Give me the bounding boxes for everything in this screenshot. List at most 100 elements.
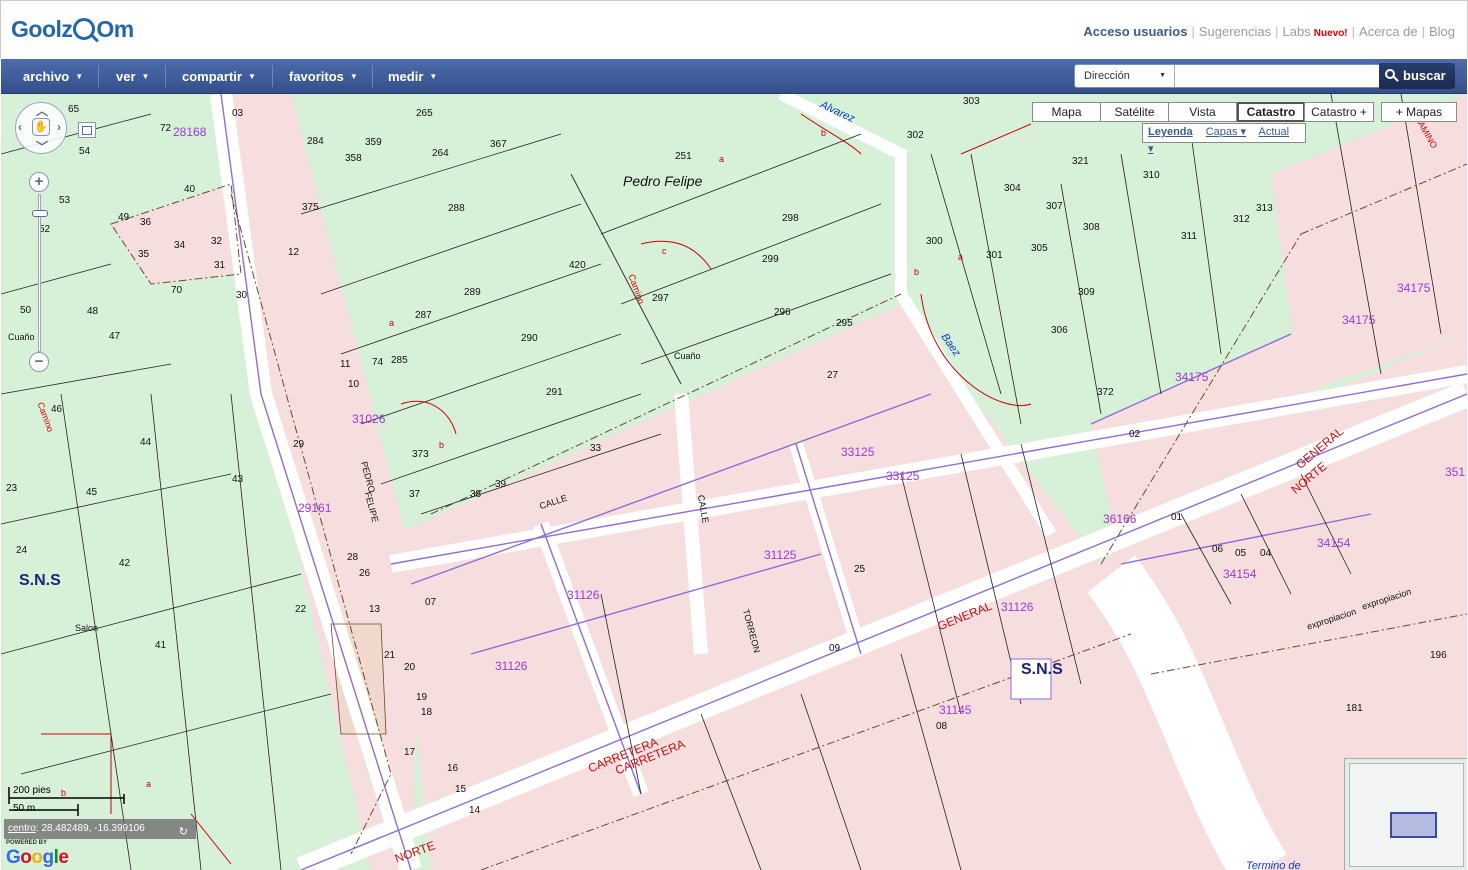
parcel-label: 321 — [1072, 156, 1089, 167]
parcel-label: 11 — [340, 359, 351, 370]
pan-right-icon[interactable]: › — [57, 120, 61, 134]
parcel-label: 36 — [140, 217, 152, 228]
menu-compartir[interactable]: compartir ▼ — [182, 59, 256, 94]
google-logo: POWERED BY Google — [6, 840, 69, 868]
scale-imperial: 200 pies — [13, 785, 51, 796]
menu-favoritos[interactable]: favoritos ▼ — [289, 59, 358, 94]
parcel-label: 296 — [774, 307, 791, 318]
menu-archivo[interactable]: archivo ▼ — [23, 59, 83, 94]
maptype-satelite[interactable]: Satélite — [1100, 102, 1169, 122]
parcel-label: 312 — [1233, 214, 1250, 225]
parcel-label: 49 — [118, 212, 130, 223]
hand-icon[interactable]: ✋ — [32, 118, 50, 136]
overview-map[interactable] — [1344, 758, 1467, 870]
zoom-thumb[interactable] — [32, 210, 48, 217]
scale-metric: 50 m — [13, 803, 36, 814]
parcel-label: 04 — [1260, 548, 1272, 559]
pan-control[interactable]: ︿ ﹀ ‹ › ✋ — [15, 102, 67, 154]
capas-dropdown[interactable]: Capas ▾ — [1206, 126, 1246, 138]
parcel-label: 30 — [236, 290, 248, 301]
parcel-label: 07 — [425, 597, 437, 608]
block-label: 34154 — [1317, 536, 1351, 550]
overview-viewport[interactable] — [1390, 812, 1437, 838]
parcel-label: 310 — [1143, 170, 1160, 181]
parcel-label: 308 — [1083, 222, 1100, 233]
parcel-label: 372 — [1097, 387, 1114, 398]
maptype-mapa[interactable]: Mapa — [1032, 102, 1101, 122]
parcel-label: 288 — [448, 203, 465, 214]
place-name: Salon — [75, 623, 99, 633]
link-acerca-de[interactable]: Acerca de — [1359, 24, 1418, 39]
zoom-track[interactable] — [38, 194, 41, 352]
parcel-label: 306 — [1051, 325, 1068, 336]
zoom-out-button[interactable]: − — [29, 352, 49, 372]
zoom-in-button[interactable]: + — [29, 172, 49, 192]
link-sugerencias[interactable]: Sugerencias — [1199, 24, 1271, 39]
pan-left-icon[interactable]: ‹ — [18, 120, 22, 134]
parcel-label: 21 — [384, 650, 396, 661]
parcel-label: 297 — [652, 293, 669, 304]
search-button[interactable]: buscar — [1379, 63, 1455, 89]
parcel-label: 44 — [140, 437, 152, 448]
parcel-label: 305 — [1031, 243, 1048, 254]
parcel-label: 18 — [421, 707, 433, 718]
parcel-label: 48 — [87, 306, 99, 317]
parcel-label: 26 — [359, 568, 371, 579]
center-label[interactable]: centro — [8, 823, 36, 834]
refresh-icon[interactable]: ↻ — [179, 822, 188, 842]
maptype-more-maps[interactable]: + Mapas — [1381, 102, 1457, 122]
menu-ver[interactable]: ver ▼ — [116, 59, 149, 94]
menu-bar: archivo ▼ ver ▼ compartir ▼ favoritos ▼ medi… — [1, 59, 1467, 94]
parcel-label: 39 — [495, 479, 507, 490]
parcel-label: 05 — [1235, 548, 1247, 559]
menu-medir[interactable]: medir ▼ — [388, 59, 437, 94]
parcel-label: 43 — [232, 474, 244, 485]
search-type-select[interactable]: Dirección ▼ — [1075, 65, 1175, 87]
parcel-label: 74 — [372, 357, 384, 368]
parcel-label: 196 — [1430, 650, 1447, 661]
parcel-label: 25 — [854, 564, 866, 575]
block-label: 351 — [1445, 465, 1466, 479]
maptype-catastro-plus[interactable]: Catastro + — [1304, 102, 1374, 122]
maptype-vista[interactable]: Vista — [1168, 102, 1237, 122]
subparcel-letter: c — [662, 246, 667, 256]
parcel-label: 54 — [79, 146, 91, 157]
sns-label: S.N.S — [19, 572, 61, 589]
chevron-down-icon: ▼ — [75, 72, 84, 81]
parcel-label: 22 — [295, 604, 307, 615]
link-acceso-usuarios[interactable]: Acceso usuarios — [1083, 24, 1187, 39]
goolzoom-logo[interactable]: Goolz Om — [11, 16, 134, 43]
subparcel-letter: b — [821, 128, 827, 138]
parcel-label: 251 — [675, 151, 692, 162]
cadastral-map-base — [1, 94, 1467, 870]
header: Goolz Om Acceso usuarios | Sugerencias | Labs… — [0, 0, 1468, 59]
chevron-down-icon: ▼ — [429, 72, 438, 81]
parcel-label: 15 — [455, 784, 467, 795]
overview-map-view[interactable] — [1349, 763, 1464, 867]
parcel-label: 35 — [138, 249, 150, 260]
parcel-label: 264 — [432, 148, 449, 159]
block-label: 34175 — [1397, 281, 1431, 295]
zoom-box-icon[interactable] — [78, 122, 96, 138]
parcel-label: 290 — [521, 333, 538, 344]
link-labs[interactable]: Labs — [1283, 24, 1311, 39]
block-label: 31126 — [495, 659, 528, 673]
center-coords: centro: 28.482489, -16.399106 ↻ — [4, 819, 196, 839]
parcel-label: 367 — [490, 139, 507, 150]
parcel-label: 295 — [836, 318, 853, 329]
map-canvas[interactable]: 03 265 284 359 264 367 358 288 12 375 42… — [1, 94, 1467, 870]
link-blog[interactable]: Blog — [1429, 24, 1455, 39]
search-input[interactable] — [1176, 65, 1380, 87]
parcel-label: 24 — [16, 545, 28, 556]
maptype-catastro[interactable]: Catastro — [1237, 102, 1305, 122]
parcel-label: 09 — [829, 643, 841, 654]
parcel-label: 06 — [1212, 544, 1224, 555]
parcel-label: 29 — [293, 439, 305, 450]
pan-down-icon[interactable]: ﹀ — [36, 138, 48, 155]
leyenda-link[interactable]: Leyenda — [1148, 126, 1193, 138]
pan-up-icon[interactable]: ︿ — [36, 102, 48, 119]
parcel-label: 20 — [404, 662, 416, 673]
parcel-label: 284 — [307, 136, 324, 147]
parcel-label: 359 — [365, 137, 382, 148]
zoom-slider[interactable]: + − — [29, 172, 51, 372]
